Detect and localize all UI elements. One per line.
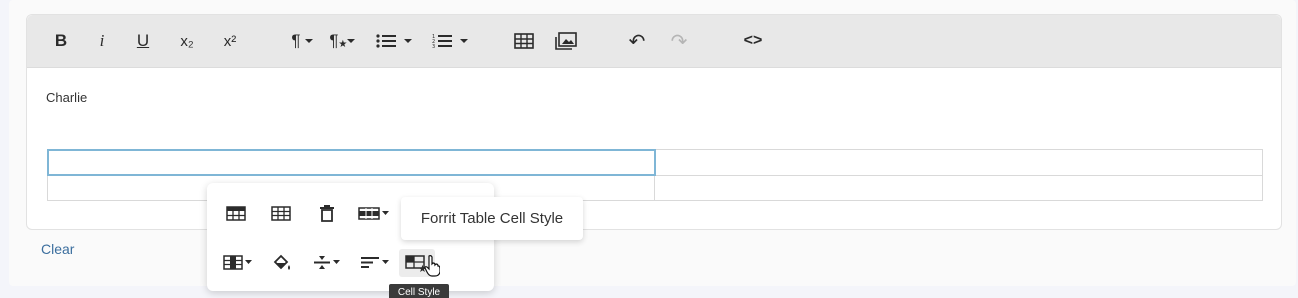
paragraph-style-button[interactable]: ¶ ★ <box>324 27 360 55</box>
table-icon <box>514 33 534 49</box>
unordered-list-button[interactable] <box>371 27 417 55</box>
vertical-align-icon <box>314 255 330 269</box>
chevron-down-icon <box>346 39 355 43</box>
align-left-icon <box>361 256 379 268</box>
image-gallery-icon <box>555 32 577 50</box>
chevron-down-icon <box>244 259 252 264</box>
selected-table-cell[interactable] <box>47 149 656 176</box>
insert-table-button[interactable] <box>511 27 537 55</box>
vertical-align-button[interactable] <box>309 249 345 275</box>
table-column-icon <box>222 254 243 270</box>
undo-button[interactable]: ↶ <box>624 27 650 55</box>
superscript-icon: x² <box>223 32 237 50</box>
superscript-button[interactable]: x² <box>216 27 244 55</box>
code-icon: <> <box>743 32 763 49</box>
paragraph-icon: ¶ <box>291 31 301 50</box>
cell-style-hover-tooltip: Forrit Table Cell Style <box>401 197 583 240</box>
hand-cursor-icon <box>424 255 441 282</box>
cell-style-tooltip: Cell Style <box>389 284 449 298</box>
paragraph-style-icon: ¶ ★ <box>329 31 348 50</box>
chevron-down-icon <box>460 39 468 43</box>
table-header-button[interactable] <box>223 200 249 226</box>
redo-icon: ↷ <box>670 30 688 53</box>
table-row-menu-button[interactable] <box>355 200 391 226</box>
italic-icon: i <box>99 31 105 50</box>
delete-table-button[interactable] <box>314 200 340 226</box>
underline-icon: U <box>136 31 150 50</box>
subscript-icon: x₂ <box>180 32 194 50</box>
underline-button[interactable]: U <box>131 27 155 55</box>
code-view-button[interactable]: <> <box>738 27 768 55</box>
editor-toolbar: B i U x₂ x² ¶ ¶ ★ 1 2 3 ↶ ↷ <> <box>27 15 1281 68</box>
trash-icon <box>320 204 334 222</box>
svg-text:3: 3 <box>432 44 435 49</box>
chevron-down-icon <box>333 259 340 264</box>
redo-button[interactable]: ↷ <box>666 27 692 55</box>
editor-content-text[interactable]: Charlie <box>46 90 87 105</box>
chevron-down-icon <box>404 39 412 43</box>
table-header-icon <box>226 205 246 221</box>
bold-button[interactable]: B <box>49 27 73 55</box>
bullet-list-icon <box>376 34 396 48</box>
subscript-button[interactable]: x₂ <box>173 27 201 55</box>
chevron-down-icon <box>381 210 389 215</box>
cell-background-button[interactable] <box>269 249 295 275</box>
horizontal-align-button[interactable] <box>357 249 393 275</box>
paint-bucket-icon <box>273 254 290 270</box>
clear-button[interactable]: Clear <box>41 241 74 257</box>
chevron-down-icon <box>304 39 313 43</box>
italic-button[interactable]: i <box>90 27 114 55</box>
table-footer-button[interactable] <box>268 200 294 226</box>
table-row-icon <box>357 206 380 220</box>
table-column-menu-button[interactable] <box>219 249 255 275</box>
undo-icon: ↶ <box>628 30 646 53</box>
numbered-list-icon: 1 2 3 <box>432 34 452 49</box>
chevron-down-icon <box>382 259 389 264</box>
bold-icon: B <box>54 31 68 50</box>
paragraph-format-button[interactable]: ¶ <box>285 27 319 55</box>
ordered-list-button[interactable]: 1 2 3 <box>427 27 473 55</box>
table-footer-icon <box>271 205 291 221</box>
insert-image-button[interactable] <box>553 27 579 55</box>
